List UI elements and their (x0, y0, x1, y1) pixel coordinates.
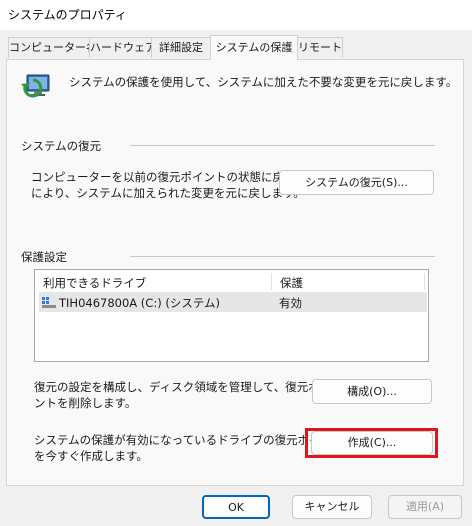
drive-list[interactable]: 利用できるドライブ 保護 TIH0467800A (C:) (システム) 有効 (34, 269, 429, 362)
system-restore-button[interactable]: システムの復元(S)... (279, 170, 434, 195)
create-description-line2: を今すぐ作成します。 (34, 449, 148, 463)
tab-system-protection[interactable]: システムの保護 (210, 35, 298, 60)
tab-label: 詳細設定 (159, 41, 203, 54)
restore-group-label: システムの復元 (21, 139, 102, 153)
tab-computer-name[interactable]: コンピューター名 (8, 37, 90, 58)
window-title: システムのプロパティ (8, 8, 127, 22)
cancel-button[interactable]: キャンセル (292, 495, 372, 519)
apply-button[interactable]: 適用(A) (388, 495, 462, 519)
tab-label: ハードウェア (90, 41, 152, 54)
tab-hardware[interactable]: ハードウェア (89, 37, 152, 58)
column-header-protection[interactable]: 保護 (280, 275, 303, 291)
create-description-line1: システムの保護が有効になっているドライブの復元ポイント (34, 433, 344, 447)
ok-button[interactable]: OK (202, 495, 270, 519)
restore-description-line2: により、システムに加えられた変更を元に戻します。 (31, 186, 305, 200)
highlight-box (305, 428, 438, 458)
system-protection-icon (19, 72, 51, 107)
drive-name: TIH0467800A (C:) (システム) (59, 296, 220, 310)
configure-description-line1: 復元の設定を構成し、ディスク領域を管理して、復元ポイ (34, 380, 332, 394)
tab-label: リモート (298, 41, 342, 54)
tab-advanced[interactable]: 詳細設定 (151, 37, 211, 58)
tab-label: システムの保護 (215, 41, 293, 54)
column-header-drive[interactable]: 利用できるドライブ (43, 275, 146, 291)
column-divider (424, 273, 425, 290)
configure-description-line2: ントを削除します。 (34, 396, 137, 410)
tab-label: コンピューター名 (9, 41, 90, 54)
header-description: システムの保護を使用して、システムに加えた不要な変更を元に戻します。 (69, 75, 458, 89)
restore-description-line1: コンピューターを以前の復元ポイントの状態に戻すこと (31, 170, 319, 184)
drive-icon (42, 297, 56, 311)
column-divider (271, 273, 272, 290)
configure-button[interactable]: 構成(O)... (312, 379, 432, 404)
table-row[interactable]: TIH0467800A (C:) (システム) 有効 (39, 292, 427, 312)
restore-group-divider (130, 145, 435, 146)
protection-group-divider (130, 256, 435, 257)
drive-protection-status: 有効 (279, 296, 302, 310)
tab-remote[interactable]: リモート (297, 37, 343, 58)
protection-group-label: 保護設定 (21, 250, 67, 264)
